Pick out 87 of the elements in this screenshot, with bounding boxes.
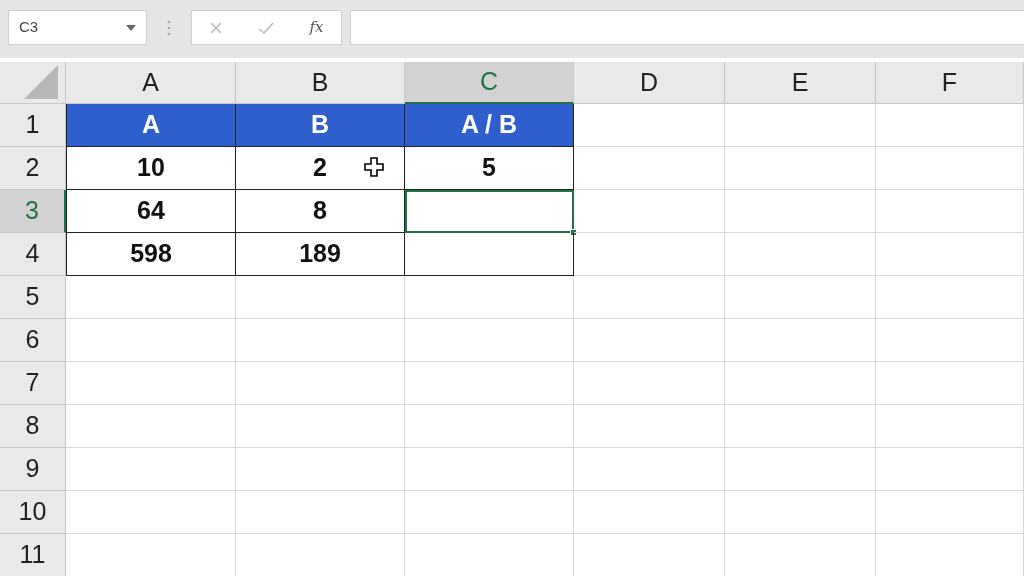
grid-cell[interactable] — [236, 276, 405, 319]
table-cell[interactable]: 2 — [236, 147, 405, 190]
grid-cell[interactable] — [876, 491, 1024, 534]
column-header[interactable]: B — [236, 62, 405, 104]
insert-function-button[interactable]: fx — [309, 16, 324, 39]
grid-cell[interactable] — [236, 448, 405, 491]
grid-cell[interactable] — [725, 147, 876, 190]
grid-cell[interactable] — [66, 319, 236, 362]
grid-cell[interactable] — [725, 491, 876, 534]
grid-cell[interactable] — [725, 233, 876, 276]
grip-dots-icon — [167, 19, 171, 37]
grid-cell[interactable] — [405, 448, 574, 491]
grid-cell[interactable] — [725, 362, 876, 405]
grid-cell[interactable] — [66, 405, 236, 448]
row-header[interactable]: 1 — [0, 104, 66, 147]
grid-cell[interactable] — [725, 190, 876, 233]
grid-cell[interactable] — [574, 491, 725, 534]
grid-cell[interactable] — [725, 319, 876, 362]
grid-cell[interactable] — [405, 276, 574, 319]
table-cell[interactable]: 64 — [66, 190, 236, 233]
header-cell[interactable]: A / B — [405, 104, 574, 147]
table-cell[interactable] — [405, 233, 574, 276]
grid-cell[interactable] — [725, 104, 876, 147]
header-cell[interactable]: B — [236, 104, 405, 147]
row-header[interactable]: 4 — [0, 233, 66, 276]
grid-cell[interactable] — [66, 276, 236, 319]
row-header[interactable]: 6 — [0, 319, 66, 362]
grid-cell[interactable] — [876, 362, 1024, 405]
fill-handle[interactable] — [570, 229, 577, 236]
dropdown-caret-icon[interactable] — [126, 24, 136, 31]
checkmark-icon[interactable] — [258, 20, 275, 35]
grid-cell[interactable] — [574, 362, 725, 405]
grid-cell[interactable] — [725, 405, 876, 448]
column-header[interactable]: D — [574, 62, 725, 104]
column-header[interactable]: E — [725, 62, 876, 104]
name-box[interactable]: C3 — [8, 10, 147, 45]
table-cell[interactable]: 5 — [405, 147, 574, 190]
grid-cell[interactable] — [574, 276, 725, 319]
grid-cell[interactable] — [876, 405, 1024, 448]
grid-cell[interactable] — [66, 491, 236, 534]
column-header[interactable]: F — [876, 62, 1024, 104]
row-header[interactable]: 11 — [0, 534, 66, 576]
grid-cell[interactable] — [574, 104, 725, 147]
grid-cell[interactable] — [405, 491, 574, 534]
column-header[interactable]: C — [405, 62, 574, 104]
row-header[interactable]: 8 — [0, 405, 66, 448]
grid-cell[interactable] — [236, 362, 405, 405]
grid-cell[interactable] — [876, 448, 1024, 491]
grid-cell[interactable] — [876, 190, 1024, 233]
plus-cursor-icon — [364, 157, 384, 177]
table-cell[interactable]: 10 — [66, 147, 236, 190]
formula-input-field[interactable] — [350, 10, 1024, 45]
table-cell[interactable]: 189 — [236, 233, 405, 276]
grid-cell[interactable] — [574, 448, 725, 491]
grid-cell[interactable] — [574, 233, 725, 276]
row-header[interactable]: 5 — [0, 276, 66, 319]
table-cell[interactable]: 8 — [236, 190, 405, 233]
grid-cell[interactable] — [725, 276, 876, 319]
grid-cell[interactable] — [236, 319, 405, 362]
column-header[interactable]: A — [66, 62, 236, 104]
row-header[interactable]: 10 — [0, 491, 66, 534]
row-header[interactable]: 9 — [0, 448, 66, 491]
grid-cell[interactable] — [876, 147, 1024, 190]
row-header[interactable]: 7 — [0, 362, 66, 405]
header-cell[interactable]: A — [66, 104, 236, 147]
grid-cell[interactable] — [574, 319, 725, 362]
grid-cell[interactable] — [405, 362, 574, 405]
grid-cell[interactable] — [876, 319, 1024, 362]
table-cell[interactable]: 598 — [66, 233, 236, 276]
grid-cell[interactable] — [236, 405, 405, 448]
grid-cell[interactable] — [574, 147, 725, 190]
grid-cell[interactable] — [66, 448, 236, 491]
cancel-icon[interactable] — [209, 20, 224, 35]
grid-cell[interactable] — [574, 405, 725, 448]
row-header[interactable]: 2 — [0, 147, 66, 190]
select-all-icon[interactable] — [24, 65, 58, 99]
grid-cell[interactable] — [725, 448, 876, 491]
grid-cell[interactable] — [405, 319, 574, 362]
row-header[interactable]: 3 — [0, 190, 66, 233]
grid-cell[interactable] — [236, 491, 405, 534]
grid-cell[interactable] — [876, 276, 1024, 319]
grid-cell[interactable] — [574, 190, 725, 233]
grid-cell[interactable] — [876, 233, 1024, 276]
grid-cell[interactable] — [405, 405, 574, 448]
grid-cell[interactable] — [66, 362, 236, 405]
selected-cell[interactable] — [405, 190, 574, 233]
grid-cell[interactable] — [876, 104, 1024, 147]
